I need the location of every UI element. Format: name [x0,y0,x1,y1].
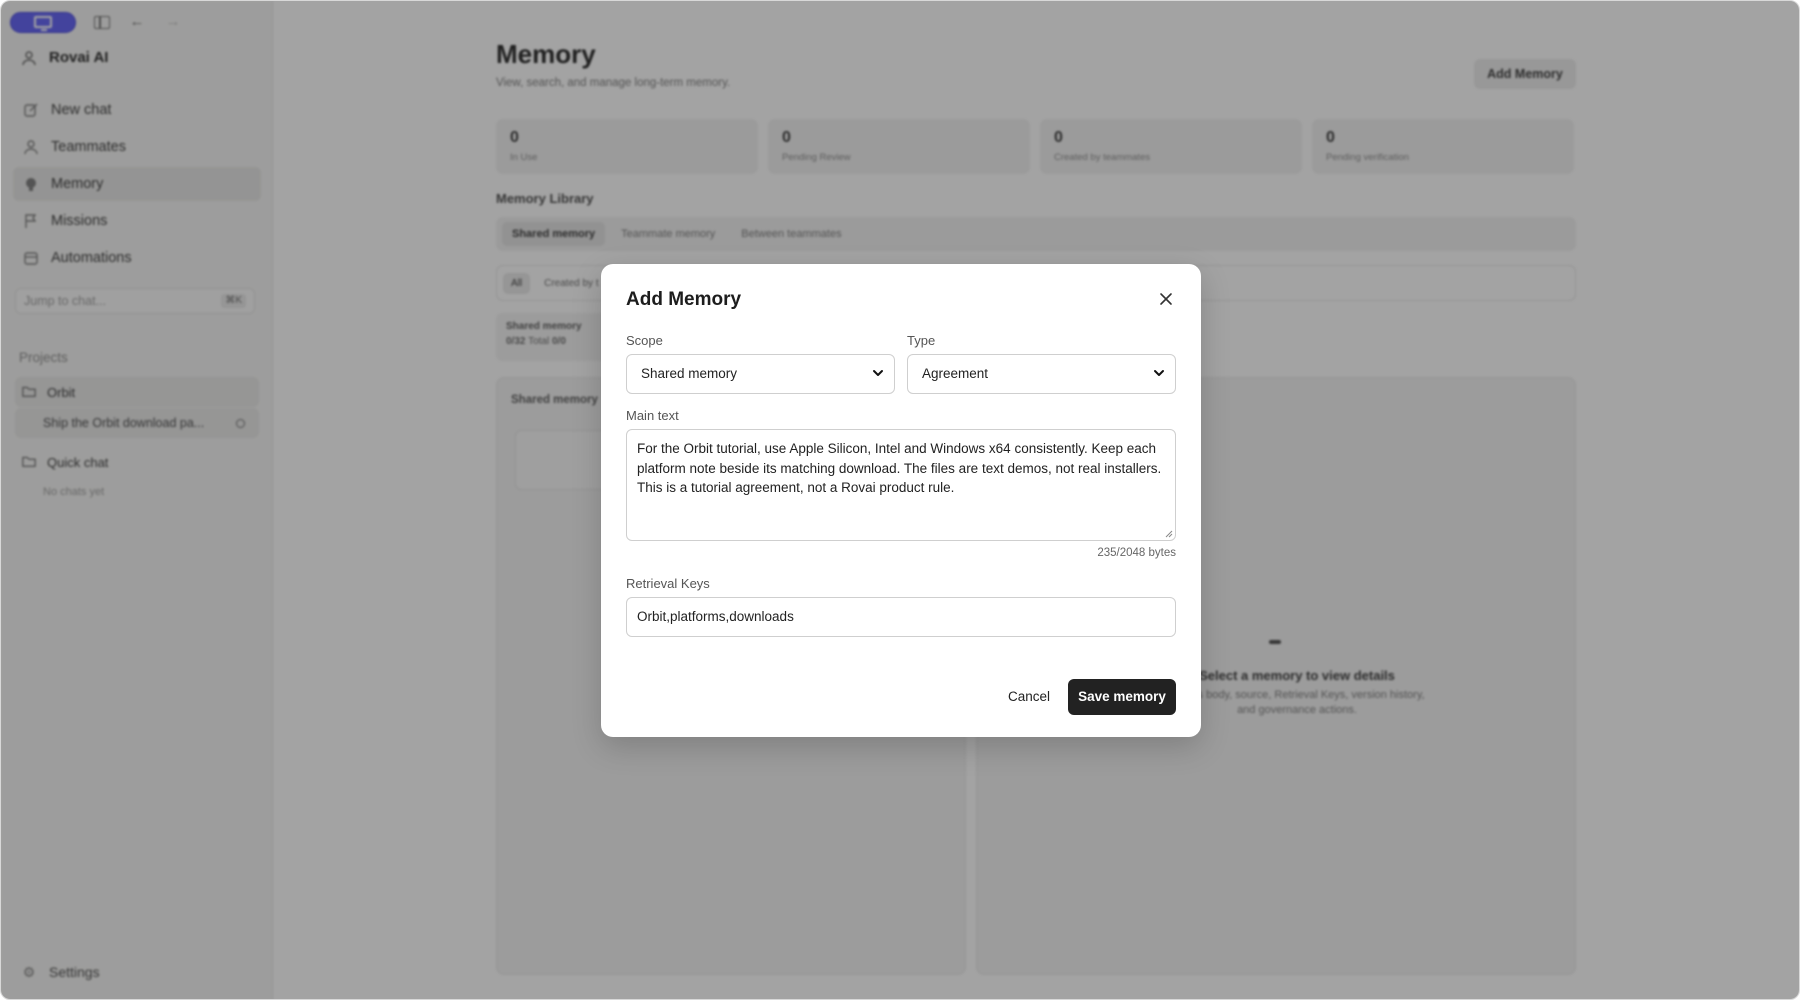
main-text-textarea[interactable]: For the Orbit tutorial, use Apple Silico… [626,429,1176,541]
retrieval-keys-label: Retrieval Keys [626,576,710,591]
byte-counter: 235/2048 bytes [1097,547,1176,559]
add-memory-dialog: Add Memory Scope Shared memory Type Agre… [601,264,1201,737]
chevron-down-icon [873,370,883,376]
scope-value: Shared memory [641,366,738,381]
app-window: ← → Rovai AI New chat Teammates Memory M… [0,0,1800,1000]
retrieval-keys-input[interactable]: Orbit,platforms,downloads [626,597,1176,637]
scope-label: Scope [626,333,663,348]
chevron-down-icon [1154,370,1164,376]
retrieval-keys-value: Orbit,platforms,downloads [637,609,794,624]
type-label: Type [907,333,936,348]
resize-handle-icon[interactable] [1165,530,1173,538]
dialog-title: Add Memory [626,289,742,310]
type-select[interactable]: Agreement [907,354,1176,394]
close-icon [1160,293,1172,305]
type-value: Agreement [922,366,989,381]
main-text-value: For the Orbit tutorial, use Apple Silico… [637,441,1162,495]
save-memory-button[interactable]: Save memory [1068,679,1176,715]
close-button[interactable] [1156,289,1176,309]
scope-select[interactable]: Shared memory [626,354,895,394]
cancel-button[interactable]: Cancel [999,679,1059,715]
main-text-label: Main text [626,408,679,423]
